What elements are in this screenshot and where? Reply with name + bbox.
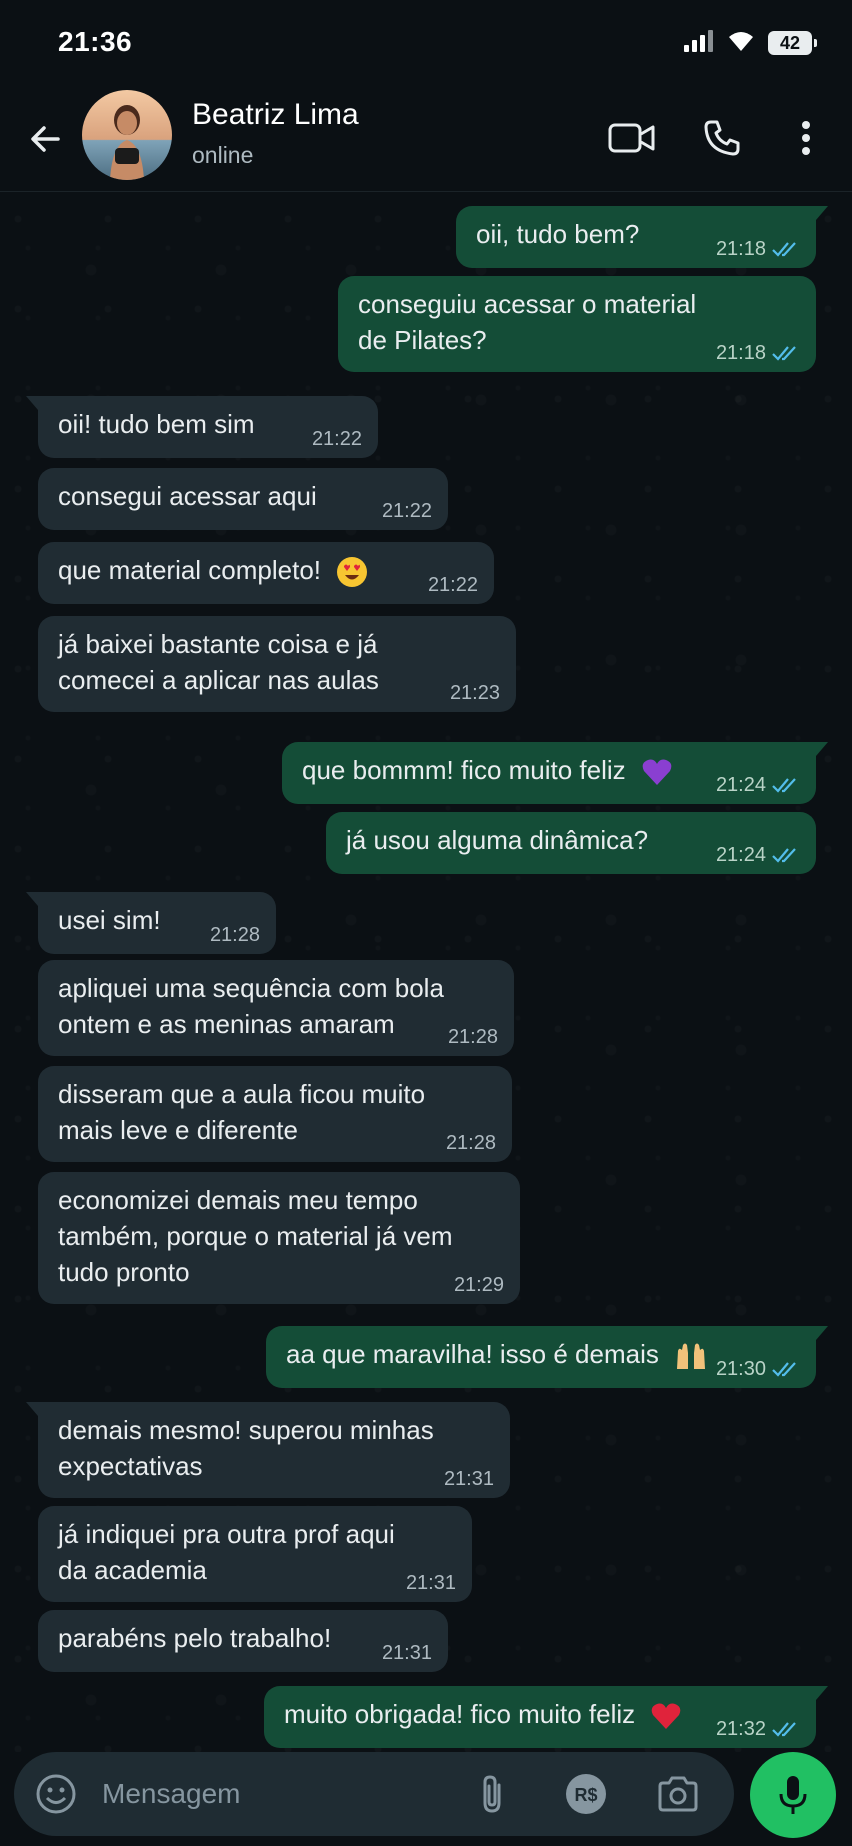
message-input-container: R$	[14, 1752, 734, 1836]
voice-call-button[interactable]	[694, 110, 750, 166]
message-bubble-incoming[interactable]: que material completo! 21:22	[38, 542, 494, 604]
mic-icon	[779, 1776, 807, 1814]
message-text: já baixei bastante coisa e já comecei a …	[58, 629, 379, 695]
message-time: 21:31	[443, 1468, 494, 1490]
camera-button[interactable]	[654, 1770, 702, 1818]
message-bubble-incoming[interactable]: oii! tudo bem sim 21:22	[26, 396, 378, 458]
message-time: 21:28	[209, 924, 260, 946]
message-text: aa que maravilha! isso é demais	[286, 1339, 659, 1369]
message-text: que material completo!	[58, 555, 322, 585]
back-arrow-icon	[31, 126, 60, 152]
message-bubble-incoming[interactable]: disseram que a aula ficou muito mais lev…	[38, 1066, 512, 1162]
read-ticks-icon	[772, 242, 796, 257]
svg-text:R$: R$	[574, 1785, 597, 1805]
video-call-button[interactable]	[604, 110, 660, 166]
attach-button[interactable]	[468, 1770, 516, 1818]
message-time: 21:30	[715, 1358, 766, 1380]
message-time: 21:18	[715, 342, 766, 364]
message-text: parabéns pelo trabalho!	[58, 1623, 332, 1653]
contact-name[interactable]: Beatriz Lima	[192, 98, 359, 132]
message-text: disseram que a aula ficou muito mais lev…	[58, 1079, 426, 1145]
signal-icon	[684, 29, 714, 57]
wifi-icon	[726, 29, 756, 58]
message-time: 21:31	[405, 1572, 456, 1594]
message-text: consegui acessar aqui	[58, 481, 317, 511]
message-bubble-incoming[interactable]: economizei demais meu tempo também, porq…	[38, 1172, 520, 1304]
message-bubble-incoming[interactable]: consegui acessar aqui 21:22	[38, 468, 448, 530]
message-bubble-outgoing[interactable]: que bommm! fico muito feliz 21:24	[282, 742, 828, 804]
read-ticks-icon	[772, 346, 796, 361]
message-bubble-incoming[interactable]: usei sim! 21:28	[26, 892, 276, 954]
message-bubble-incoming[interactable]: apliquei uma sequência com bola ontem e …	[38, 960, 514, 1056]
status-time: 21:36	[58, 26, 133, 57]
read-ticks-icon	[772, 1722, 796, 1737]
status-icons: 42	[684, 28, 817, 58]
message-bubble-outgoing[interactable]: já usou alguma dinâmica? 21:24	[326, 812, 816, 874]
purple-heart-emoji	[642, 759, 672, 786]
message-time: 21:18	[715, 238, 766, 260]
message-bubble-outgoing[interactable]: conseguiu acessar o material de Pilates?…	[338, 276, 816, 372]
message-bubble-incoming[interactable]: já indiquei pra outra prof aqui da acade…	[38, 1506, 472, 1602]
message-text: apliquei uma sequência com bola ontem e …	[58, 973, 444, 1039]
status-bar: 21:36 42	[0, 0, 852, 86]
message-text: economizei demais meu tempo também, porq…	[58, 1185, 453, 1287]
red-heart-emoji	[652, 1703, 681, 1730]
contact-avatar[interactable]	[82, 90, 172, 180]
message-bubble-outgoing[interactable]: aa que maravilha! isso é demais 21:30	[266, 1326, 828, 1388]
back-button[interactable]	[20, 114, 70, 164]
voice-message-button[interactable]	[750, 1752, 836, 1838]
message-time: 21:28	[447, 1026, 498, 1048]
payment-icon: R$	[566, 1774, 606, 1814]
contact-status: online	[192, 142, 254, 168]
emoji-icon	[36, 1774, 76, 1814]
whatsapp-chat-screen: 21:36 42 Beatriz Lima online oii, tudo b…	[0, 0, 852, 1846]
battery-level: 42	[779, 33, 801, 53]
attach-icon	[483, 1775, 501, 1813]
phone-icon	[704, 120, 740, 156]
message-bubble-outgoing[interactable]: muito obrigada! fico muito feliz 21:32	[264, 1686, 828, 1748]
message-bubble-outgoing[interactable]: oii, tudo bem? 21:18	[456, 206, 828, 268]
message-time: 21:31	[381, 1642, 432, 1664]
message-text: já indiquei pra outra prof aqui da acade…	[58, 1519, 395, 1585]
chat-header: Beatriz Lima online	[0, 86, 852, 192]
camera-icon	[658, 1776, 698, 1812]
heart-eyes-emoji	[337, 557, 368, 588]
message-time: 21:24	[715, 844, 766, 866]
message-text: muito obrigada! fico muito feliz	[284, 1699, 636, 1729]
message-list[interactable]: oii, tudo bem? 21:18 conseguiu acessar o…	[0, 192, 852, 1752]
message-text: que bommm! fico muito feliz	[302, 755, 626, 785]
message-text: demais mesmo! superou minhas expectativa…	[58, 1415, 434, 1481]
message-composer: R$	[0, 1752, 852, 1846]
message-bubble-incoming[interactable]: já baixei bastante coisa e já comecei a …	[38, 616, 516, 712]
message-time: 21:32	[715, 1718, 766, 1740]
message-bubble-incoming[interactable]: parabéns pelo trabalho! 21:31	[38, 1610, 448, 1672]
message-time: 21:24	[715, 774, 766, 796]
raising-hands-emoji	[677, 1343, 706, 1370]
message-bubble-incoming[interactable]: demais mesmo! superou minhas expectativa…	[26, 1402, 510, 1498]
message-time: 21:22	[427, 574, 478, 596]
battery-icon: 42	[768, 31, 817, 55]
video-call-icon	[608, 123, 655, 153]
message-time: 21:29	[453, 1274, 504, 1296]
read-ticks-icon	[772, 778, 796, 793]
read-ticks-icon	[772, 848, 796, 863]
emoji-button[interactable]	[32, 1770, 80, 1818]
message-time: 21:22	[381, 500, 432, 522]
payment-button[interactable]: R$	[562, 1770, 610, 1818]
read-ticks-icon	[772, 1362, 796, 1377]
message-time: 21:22	[311, 428, 362, 450]
message-input[interactable]	[102, 1769, 442, 1819]
more-vert-icon	[802, 121, 810, 155]
message-time: 21:28	[445, 1132, 496, 1154]
more-options-button[interactable]	[778, 110, 834, 166]
message-time: 21:23	[449, 682, 500, 704]
